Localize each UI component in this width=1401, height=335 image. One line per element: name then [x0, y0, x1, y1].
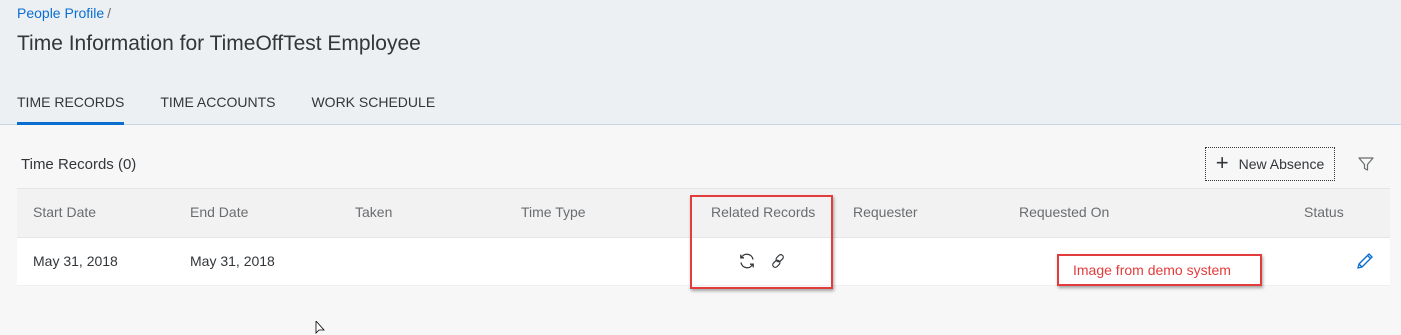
cell-end-date: May 31, 2018 [190, 253, 275, 269]
new-absence-label: New Absence [1238, 156, 1325, 172]
time-records-title: Time Records (0) [21, 156, 137, 173]
tab-work-schedule[interactable]: WORK SCHEDULE [311, 93, 435, 124]
edit-pencil-icon[interactable] [1355, 251, 1375, 271]
page-header: People Profile / Time Information for Tim… [0, 0, 1401, 125]
column-header-time-type[interactable]: Time Type [521, 204, 586, 220]
column-header-requested-on[interactable]: Requested On [1019, 204, 1109, 220]
column-header-requester[interactable]: Requester [853, 204, 918, 220]
breadcrumb-separator: / [107, 5, 112, 21]
breadcrumb: People Profile / [17, 5, 111, 21]
tab-time-records[interactable]: TIME RECORDS [17, 93, 125, 125]
tab-bar: TIME RECORDS TIME ACCOUNTS WORK SCHEDULE [17, 93, 471, 125]
column-header-taken[interactable]: Taken [355, 204, 392, 220]
tab-time-accounts[interactable]: TIME ACCOUNTS [160, 93, 275, 124]
page-title: Time Information for TimeOffTest Employe… [17, 32, 421, 55]
mouse-cursor-icon [315, 321, 325, 334]
new-absence-button[interactable]: + New Absence [1205, 147, 1335, 181]
column-header-status[interactable]: Status [1304, 204, 1344, 220]
related-records-highlight [690, 195, 833, 289]
cell-start-date: May 31, 2018 [33, 253, 118, 269]
column-header-start-date[interactable]: Start Date [33, 204, 96, 220]
filter-icon[interactable] [1357, 155, 1375, 173]
breadcrumb-people-profile-link[interactable]: People Profile [17, 5, 104, 21]
column-header-end-date[interactable]: End Date [190, 204, 248, 220]
demo-system-annotation: Image from demo system [1057, 254, 1262, 286]
plus-icon: + [1215, 150, 1229, 175]
